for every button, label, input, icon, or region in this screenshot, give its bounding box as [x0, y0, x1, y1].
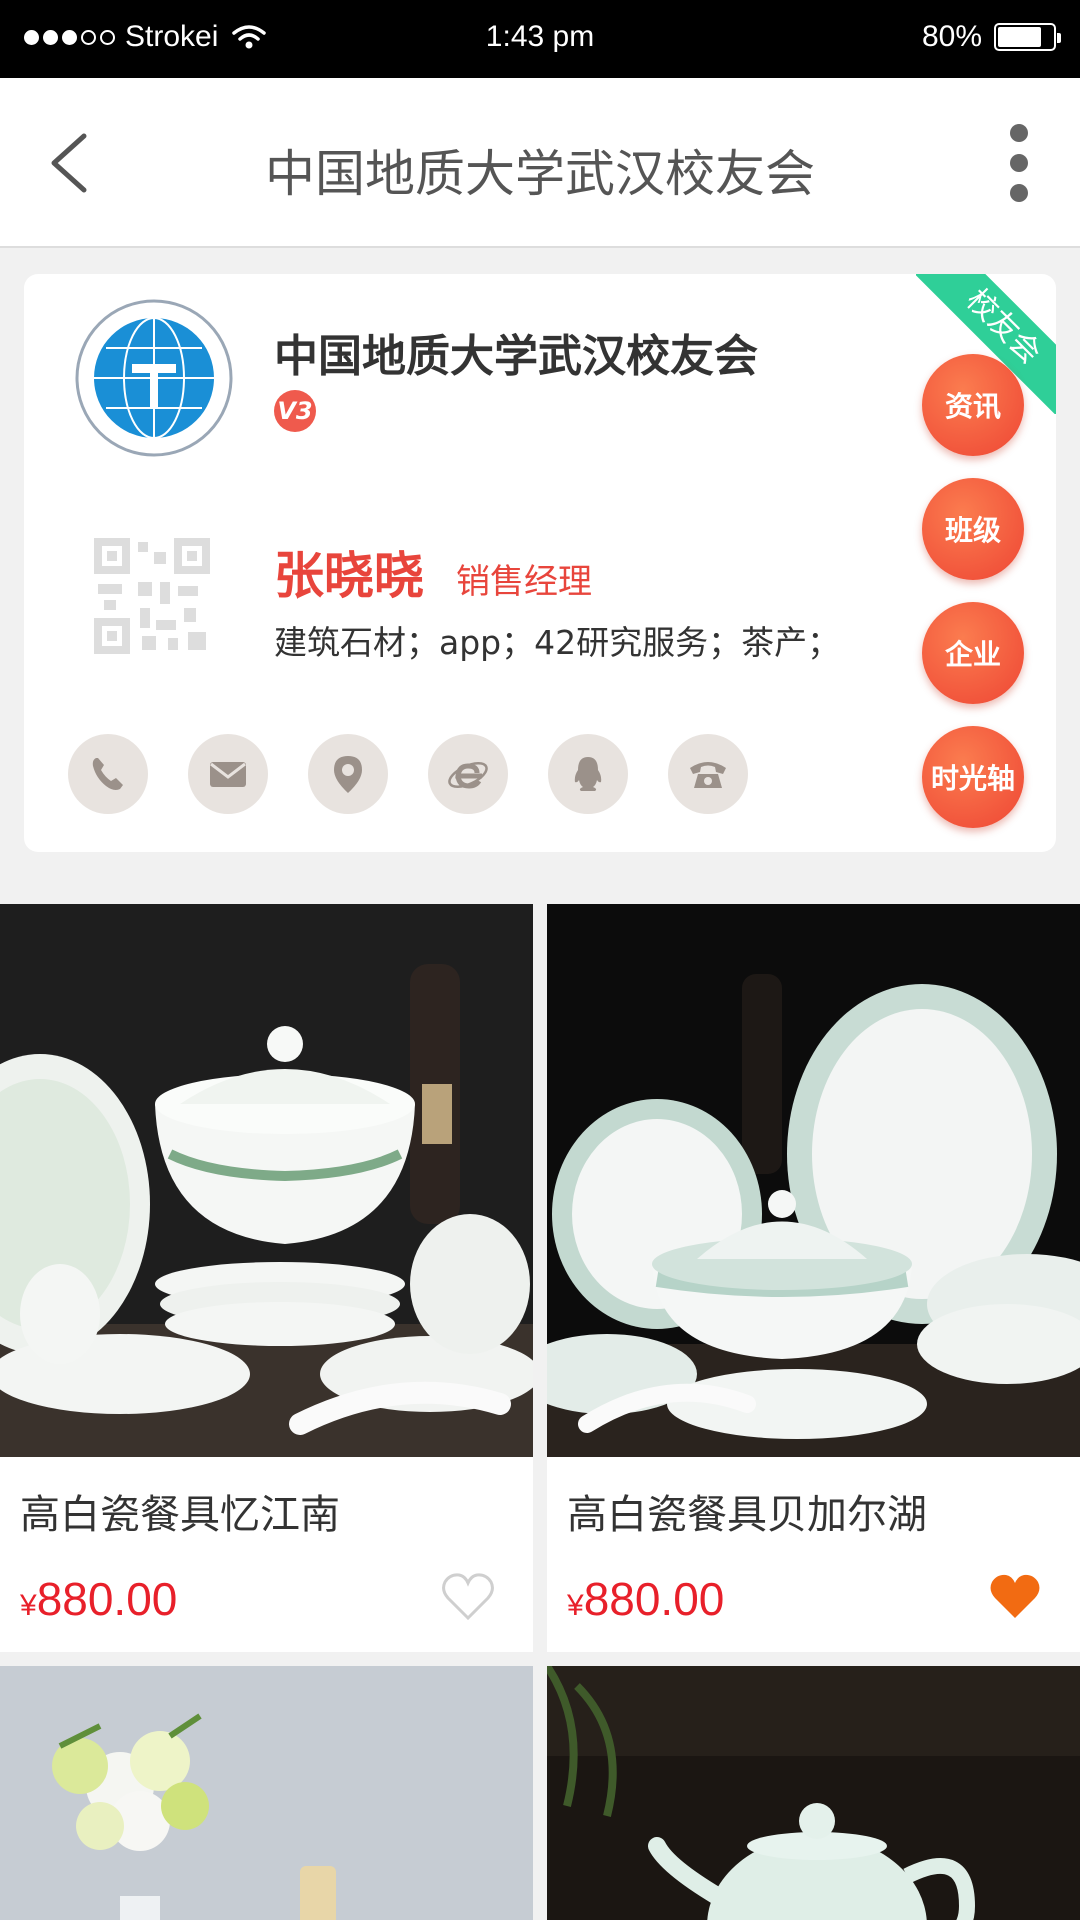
product-price: ¥880.00 — [567, 1572, 724, 1626]
contact-name: 张晓晓 — [274, 547, 424, 605]
price-value: 880.00 — [36, 1573, 178, 1625]
battery-fill — [998, 27, 1042, 47]
browser-icon[interactable] — [428, 734, 508, 814]
navigation-bar: 中国地质大学武汉校友会 — [0, 78, 1080, 248]
price-value: 880.00 — [583, 1573, 725, 1625]
currency-symbol: ¥ — [567, 1589, 584, 1622]
product-price: ¥880.00 — [20, 1572, 177, 1626]
product-card[interactable] — [547, 1666, 1080, 1920]
product-name: 高白瓷餐具忆江南 — [20, 1492, 340, 1538]
side-menu: 资讯 班级 企业 时光轴 — [922, 354, 1024, 828]
location-icon[interactable] — [308, 734, 388, 814]
status-bar: Strokei 1:43 pm 80% — [0, 0, 1080, 78]
telephone-icon[interactable] — [668, 734, 748, 814]
news-button[interactable]: 资讯 — [922, 354, 1024, 456]
favorite-heart-icon[interactable] — [441, 1572, 495, 1622]
organization-name: 中国地质大学武汉校友会 — [274, 331, 758, 382]
currency-symbol: ¥ — [20, 1589, 37, 1622]
mail-icon[interactable] — [188, 734, 268, 814]
more-dot — [1010, 124, 1028, 142]
qq-icon[interactable] — [548, 734, 628, 814]
back-icon[interactable] — [40, 128, 100, 198]
battery-percent: 80% — [921, 20, 982, 53]
more-dot — [1010, 154, 1028, 172]
product-card[interactable] — [0, 1666, 533, 1920]
university-logo — [75, 299, 233, 457]
class-button[interactable]: 班级 — [922, 478, 1024, 580]
page-title: 中国地质大学武汉校友会 — [265, 145, 815, 203]
contact-actions — [68, 734, 748, 814]
product-card[interactable]: 高白瓷餐具忆江南 ¥880.00 — [0, 904, 533, 1652]
more-dot — [1010, 184, 1028, 202]
status-right: 80% — [921, 20, 1061, 54]
product-image[interactable] — [0, 904, 533, 1457]
clock: 1:43 pm — [485, 20, 595, 53]
favorite-heart-icon[interactable] — [988, 1572, 1042, 1622]
product-name: 高白瓷餐具贝加尔湖 — [567, 1492, 927, 1538]
more-options-icon[interactable] — [994, 118, 1044, 208]
enterprise-button[interactable]: 企业 — [922, 602, 1024, 704]
product-image[interactable] — [547, 1666, 1080, 1920]
level-badge: V3 — [274, 390, 316, 432]
battery-icon — [994, 23, 1061, 51]
product-card[interactable]: 高白瓷餐具贝加尔湖 ¥880.00 — [547, 904, 1080, 1652]
contact-job-title: 销售经理 — [456, 562, 592, 602]
business-tags: 建筑石材；app；42研究服务；茶产； — [274, 623, 841, 662]
product-image[interactable] — [0, 1666, 533, 1920]
profile-card: 中国地质大学武汉校友会 V3 校友会 张晓晓 销售经理 建筑石材；app；42研… — [24, 274, 1056, 852]
phone-icon[interactable] — [68, 734, 148, 814]
product-image[interactable] — [547, 904, 1080, 1457]
qr-code-icon[interactable] — [94, 538, 210, 654]
timeline-button[interactable]: 时光轴 — [922, 726, 1024, 828]
